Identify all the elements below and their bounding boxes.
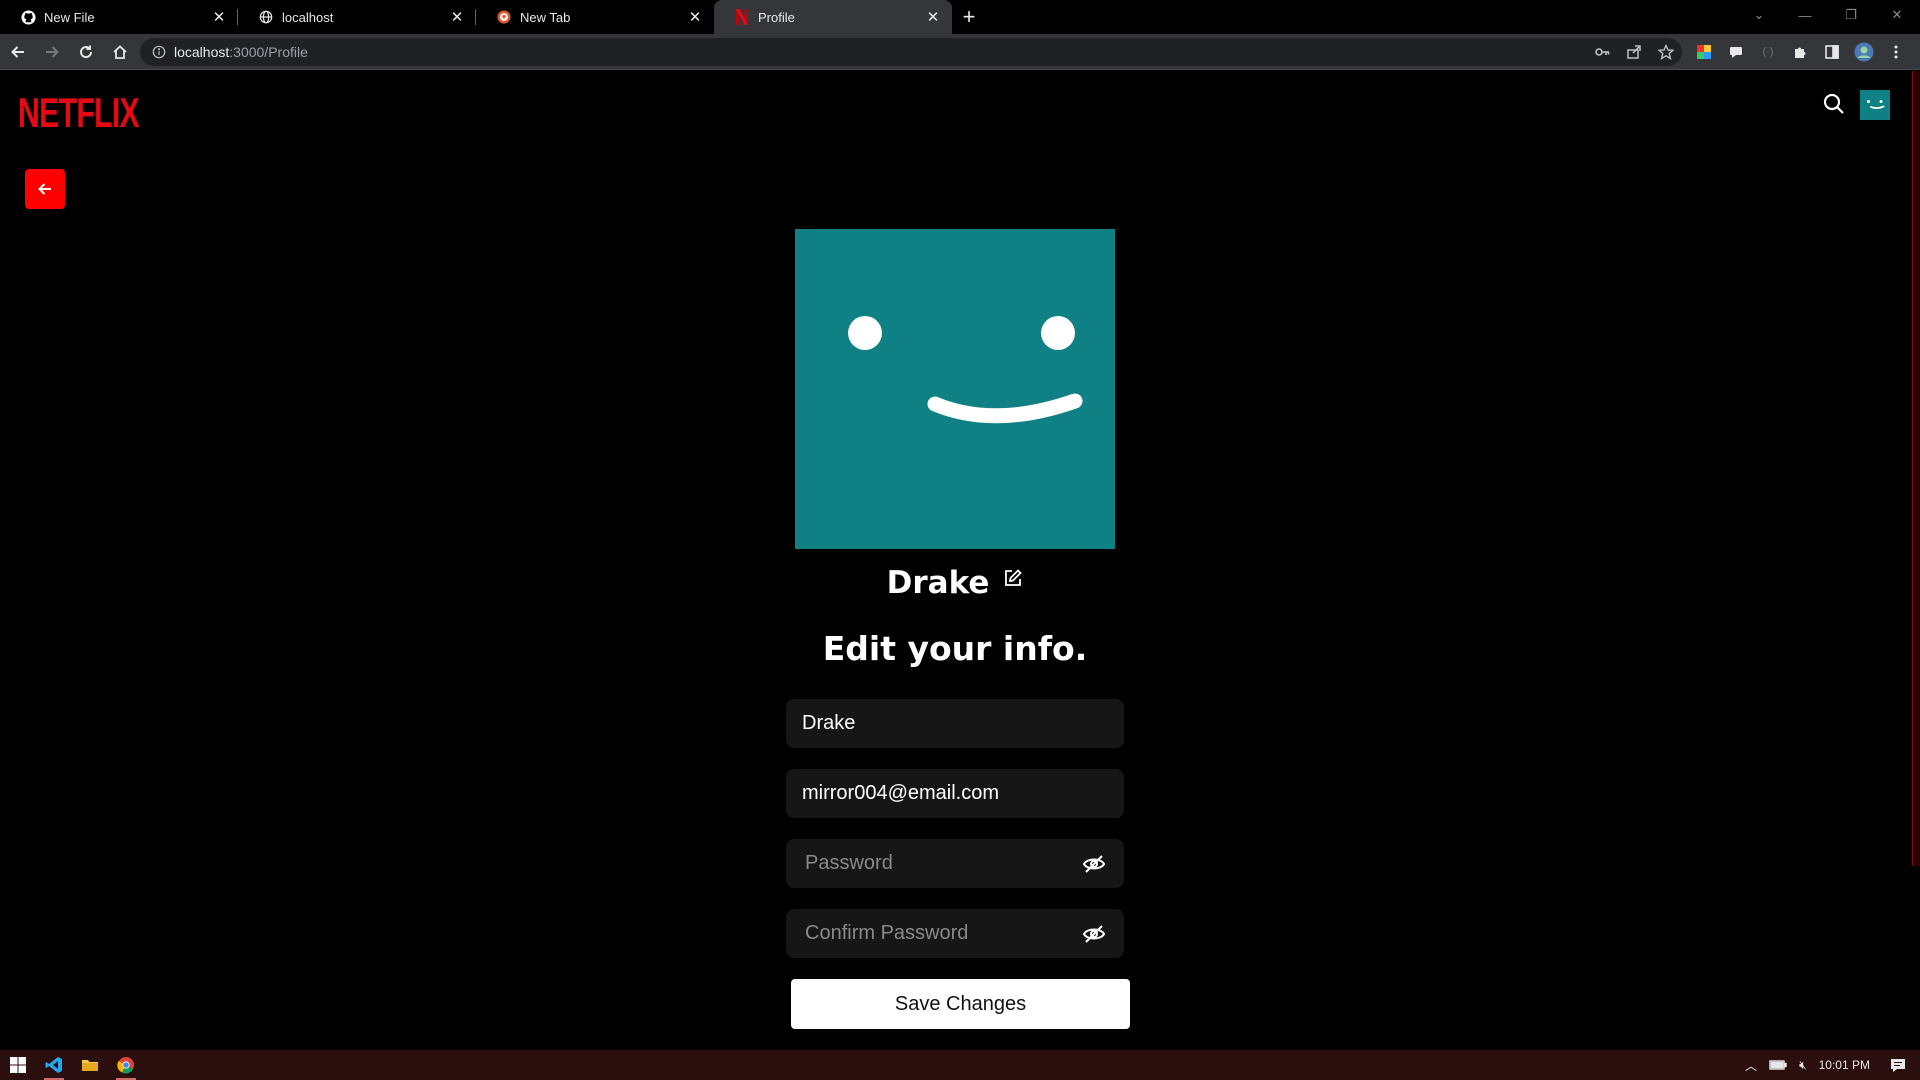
- save-changes-button[interactable]: Save Changes: [791, 979, 1130, 1029]
- color-extension-icon[interactable]: [1688, 44, 1720, 60]
- scrollbar-thumb[interactable]: [1912, 71, 1920, 866]
- tab-localhost[interactable]: localhost ✕: [238, 0, 476, 34]
- email-input[interactable]: [802, 782, 1108, 805]
- tab-title: localhost: [282, 9, 334, 25]
- share-icon[interactable]: [1618, 44, 1650, 60]
- puzzle-icon[interactable]: [1784, 44, 1816, 60]
- address-bar[interactable]: localhost:3000/Profile: [140, 38, 1682, 66]
- nav-profile-avatar[interactable]: [1860, 90, 1890, 120]
- windows-start-icon[interactable]: [0, 1050, 36, 1080]
- close-icon[interactable]: ✕: [686, 8, 704, 26]
- omnibox-actions: [1586, 38, 1682, 66]
- tab-title: New File: [44, 9, 95, 25]
- info-icon[interactable]: [152, 45, 166, 59]
- tab-new-tab[interactable]: New Tab ✕: [476, 0, 714, 34]
- minimize-icon[interactable]: —: [1782, 8, 1828, 23]
- vscode-icon[interactable]: [36, 1050, 72, 1080]
- system-tray: ︿ 🔇︎ 10:01 PM: [1739, 1050, 1920, 1080]
- profile-page: NETFLIX Drake Edit your info. Drake mirr…: [0, 71, 1920, 1050]
- password-input[interactable]: [802, 852, 1080, 875]
- tab-profile[interactable]: Profile ✕: [714, 0, 952, 34]
- bookmark-star-icon[interactable]: [1650, 44, 1682, 60]
- github-icon: [20, 9, 36, 25]
- tray-chevron-icon[interactable]: ︿: [1745, 1057, 1757, 1074]
- profile-name-row: Drake: [0, 565, 1910, 601]
- chrome-icon[interactable]: [108, 1050, 144, 1080]
- forward-arrow-icon[interactable]: [36, 36, 68, 68]
- extension-icons: (·): [1688, 38, 1912, 66]
- eye-slash-icon[interactable]: [1080, 920, 1108, 948]
- close-icon[interactable]: ✕: [448, 8, 466, 26]
- profile-name: Drake: [886, 565, 990, 601]
- back-button[interactable]: [25, 169, 65, 209]
- netflix-logo[interactable]: NETFLIX: [18, 89, 140, 137]
- back-arrow-icon[interactable]: [2, 36, 34, 68]
- netflix-icon: [734, 9, 750, 25]
- key-icon[interactable]: [1586, 44, 1618, 60]
- page-heading: Edit your info.: [822, 629, 1088, 668]
- tab-title: Profile: [758, 9, 795, 25]
- close-icon[interactable]: ✕: [924, 8, 942, 26]
- restore-icon[interactable]: ❐: [1828, 7, 1874, 23]
- scrollbar[interactable]: [1912, 71, 1920, 1050]
- url-path: :3000/Profile: [229, 44, 308, 60]
- volume-muted-icon[interactable]: 🔇︎: [1799, 1058, 1807, 1073]
- home-icon[interactable]: [104, 36, 136, 68]
- edit-icon[interactable]: [1003, 568, 1023, 588]
- notifications-icon[interactable]: [1890, 1058, 1906, 1072]
- new-tab-button[interactable]: +: [952, 0, 986, 34]
- close-window-icon[interactable]: ✕: [1874, 7, 1920, 23]
- browser-toolbar: localhost:3000/Profile (·): [0, 34, 1920, 70]
- tab-new-file[interactable]: New File ✕: [0, 0, 238, 34]
- code-extension-icon[interactable]: (·): [1752, 46, 1784, 58]
- confirm-password-field: [786, 909, 1124, 958]
- reload-icon[interactable]: [70, 36, 102, 68]
- tab-strip: New File ✕ localhost ✕ New Tab ✕ Profile…: [0, 0, 1920, 34]
- battery-icon[interactable]: [1769, 1059, 1787, 1071]
- tab-search-icon[interactable]: ⌄: [1736, 7, 1782, 23]
- taskbar: ︿ 🔇︎ 10:01 PM: [0, 1050, 1920, 1080]
- eye-slash-icon[interactable]: [1080, 850, 1108, 878]
- chat-extension-icon[interactable]: [1720, 44, 1752, 60]
- url-host: localhost: [174, 44, 230, 60]
- name-field: [786, 699, 1124, 748]
- file-explorer-icon[interactable]: [72, 1050, 108, 1080]
- name-input[interactable]: [802, 712, 1108, 735]
- email-field: [786, 769, 1124, 818]
- globe-icon: [258, 9, 274, 25]
- search-icon[interactable]: [1820, 90, 1848, 118]
- side-panel-icon[interactable]: [1816, 44, 1848, 60]
- tab-title: New Tab: [520, 9, 571, 25]
- profile-avatar-icon[interactable]: [1848, 42, 1880, 62]
- password-field: [786, 839, 1124, 888]
- window-controls: ⌄ — ❐ ✕: [1736, 0, 1920, 30]
- duckduckgo-icon: [496, 9, 512, 25]
- profile-avatar: [795, 229, 1115, 549]
- confirm-password-input[interactable]: [802, 922, 1080, 945]
- menu-dots-icon[interactable]: [1880, 44, 1912, 60]
- clock[interactable]: 10:01 PM: [1819, 1058, 1870, 1072]
- close-icon[interactable]: ✕: [210, 8, 228, 26]
